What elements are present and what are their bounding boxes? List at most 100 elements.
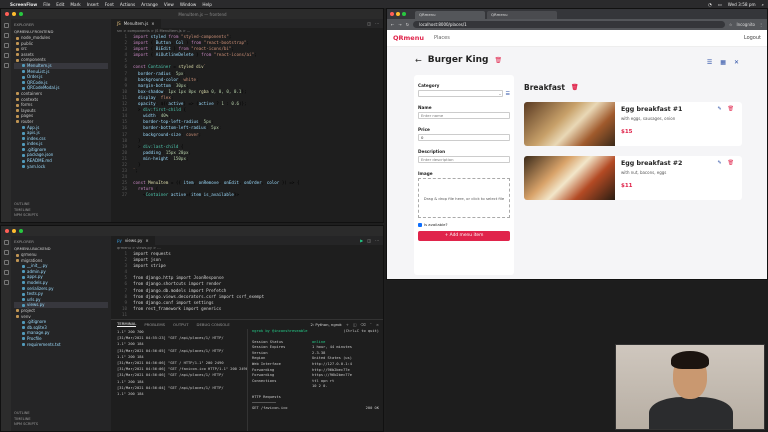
extensions-icon[interactable] xyxy=(3,280,9,285)
split-editor-icon[interactable]: ◫ xyxy=(367,21,371,26)
menubar-file[interactable]: File xyxy=(43,2,50,7)
minimize-window-icon[interactable] xyxy=(12,229,16,233)
menubar-arrange[interactable]: Arrange xyxy=(141,2,158,7)
add-menu-item-button[interactable]: + Add menu item xyxy=(418,231,510,241)
menubar-app[interactable]: ScreenFlow xyxy=(10,2,37,7)
project-name[interactable]: QRMENU-FRONTEND xyxy=(14,29,108,34)
tab-menuitem-js[interactable]: JS MenuItem.js × xyxy=(111,19,161,28)
project-name[interactable]: QRMENU-BACKEND xyxy=(14,246,108,251)
more-actions-icon[interactable]: ⋯ xyxy=(375,21,379,26)
delete-icon[interactable]: 🗑 xyxy=(728,160,734,166)
description-input[interactable]: Enter description xyxy=(418,156,510,163)
wifi-icon[interactable]: ◔ xyxy=(708,2,712,7)
forward-icon[interactable]: → xyxy=(398,22,401,27)
minimize-window-icon[interactable] xyxy=(12,12,16,16)
chevron-up-icon[interactable]: ˄ xyxy=(370,322,372,327)
npm-scripts-section[interactable]: NPM SCRIPTS xyxy=(14,422,38,428)
menubar-insert[interactable]: Insert xyxy=(87,2,99,7)
search-icon[interactable]: ⌕ xyxy=(762,2,764,7)
tools-icon[interactable]: ✕ xyxy=(734,59,739,66)
npm-scripts-section[interactable]: NPM SCRIPTS xyxy=(14,213,38,219)
ngrok-terminal[interactable]: ngrok by @inconshreveable (Ctrl+C to quit… xyxy=(247,329,383,431)
battery-icon[interactable]: ▭ xyxy=(718,2,722,7)
tab-debug-console[interactable]: DEBUG CONSOLE xyxy=(197,322,230,327)
add-category-icon[interactable]: ☰ xyxy=(506,91,510,97)
tab-terminal[interactable]: TERMINAL xyxy=(117,321,137,327)
menubar-view[interactable]: View xyxy=(164,2,174,7)
close-tab-icon[interactable]: × xyxy=(151,19,154,28)
edit-icon[interactable]: ✎ xyxy=(717,106,721,112)
menubar-actions[interactable]: Actions xyxy=(120,2,135,7)
editor-tabs: py views.py × ▶ ◫ ⋯ xyxy=(111,236,383,245)
close-window-icon[interactable] xyxy=(390,12,394,16)
reload-icon[interactable]: ↻ xyxy=(406,22,409,27)
category-select[interactable]: ⌄ xyxy=(418,90,503,97)
list-icon[interactable]: ☰ xyxy=(707,59,712,66)
maximize-window-icon[interactable] xyxy=(402,12,406,16)
menubar-edit[interactable]: Edit xyxy=(56,2,64,7)
brand-logo[interactable]: QRmenu xyxy=(393,34,424,42)
tab-views-py[interactable]: py views.py × xyxy=(111,236,155,245)
available-checkbox[interactable]: Is available? xyxy=(418,222,510,227)
checkbox-icon[interactable] xyxy=(418,222,422,227)
image-dropzone[interactable]: Drag & drop file here, or click to selec… xyxy=(418,178,510,218)
terminal-select[interactable]: 2: Python, ngrok xyxy=(310,322,341,327)
tab-problems[interactable]: PROBLEMS xyxy=(144,322,165,327)
search-icon[interactable] xyxy=(3,250,9,255)
price-input[interactable]: 0 xyxy=(418,134,510,141)
star-icon[interactable]: ☆ xyxy=(729,22,733,27)
debug-icon[interactable] xyxy=(3,53,9,58)
mac-menubar: ScreenFlow File Edit Mark Insert Font Ac… xyxy=(0,0,768,8)
browser-tab-1[interactable]: QRmenu xyxy=(415,11,485,19)
tree-item-label: migrations xyxy=(21,257,43,263)
files-icon[interactable] xyxy=(3,23,9,28)
search-icon[interactable] xyxy=(3,33,9,38)
edit-icon[interactable]: ✎ xyxy=(717,160,721,166)
logout-link[interactable]: Logout xyxy=(744,35,761,41)
browser-tab-2[interactable]: QRmenu xyxy=(487,11,557,19)
maximize-window-icon[interactable] xyxy=(19,12,23,16)
close-window-icon[interactable] xyxy=(5,12,9,16)
nav-places[interactable]: Places xyxy=(434,35,450,41)
source-control-icon[interactable] xyxy=(3,260,9,265)
tree-file[interactable]: yarn.lock xyxy=(14,164,108,170)
more-actions-icon[interactable]: ⋯ xyxy=(375,238,379,243)
menubar-mark[interactable]: Mark xyxy=(70,2,80,7)
menu-icon[interactable]: ⋮ xyxy=(759,22,763,27)
menubar-help[interactable]: Help xyxy=(202,2,212,7)
delete-category-icon[interactable]: 🗑 xyxy=(571,84,579,91)
back-arrow-icon[interactable]: ← xyxy=(415,56,422,65)
split-editor-icon[interactable]: ◫ xyxy=(367,238,371,243)
delete-icon[interactable]: 🗑 xyxy=(728,106,734,112)
close-panel-icon[interactable]: × xyxy=(376,322,379,327)
split-terminal-icon[interactable]: ◫ xyxy=(353,322,357,327)
files-icon[interactable] xyxy=(3,240,9,245)
back-icon[interactable]: ← xyxy=(391,22,394,27)
incognito-label[interactable]: Incognito xyxy=(736,22,755,27)
add-terminal-icon[interactable]: + xyxy=(346,322,349,327)
menubar-clock[interactable]: Wed 3:58 pm xyxy=(728,2,756,7)
maximize-window-icon[interactable] xyxy=(19,229,23,233)
debug-icon[interactable] xyxy=(3,270,9,275)
tree-item-label: layouts xyxy=(21,107,36,113)
url-input[interactable]: localhost:8000/places/1 xyxy=(413,21,725,28)
code-line[interactable]: 11 xyxy=(115,312,383,317)
tree-item-label: venv xyxy=(21,313,31,319)
code-editor[interactable]: 1 import requests 2 import json 3 import stri… xyxy=(111,251,383,317)
code-editor[interactable]: 1 import styled from "styled-components";… xyxy=(111,34,383,222)
tab-output[interactable]: OUTPUT xyxy=(173,322,188,327)
tree-file[interactable]: requirements.txt xyxy=(14,342,108,348)
run-icon[interactable]: ▶ xyxy=(360,238,363,243)
qr-code-icon[interactable]: ▦ xyxy=(720,59,726,66)
trash-icon[interactable]: ⌫ xyxy=(361,322,366,327)
menubar-font[interactable]: Font xyxy=(105,2,114,7)
menubar-window[interactable]: Window xyxy=(180,2,197,7)
source-control-icon[interactable] xyxy=(3,43,9,48)
close-window-icon[interactable] xyxy=(5,229,9,233)
extensions-icon[interactable] xyxy=(3,63,9,68)
close-tab-icon[interactable]: × xyxy=(145,236,148,245)
minimize-window-icon[interactable] xyxy=(396,12,400,16)
django-server-log[interactable]: 1.1" 200 700 [31/Mar/2021 04:55:23] "GET … xyxy=(111,329,247,431)
delete-place-icon[interactable]: 🗑 xyxy=(494,57,502,64)
name-input[interactable]: Enter name xyxy=(418,112,510,119)
